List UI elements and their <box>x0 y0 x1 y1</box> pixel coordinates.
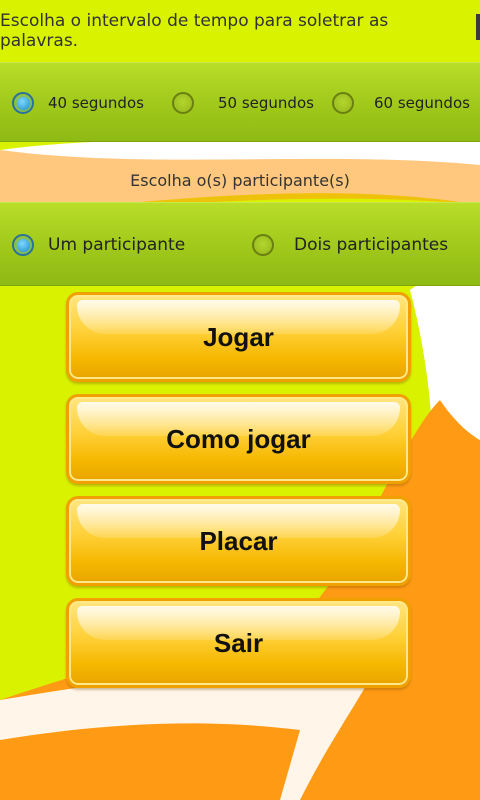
como-jogar-label: Como jogar <box>166 423 311 454</box>
sair-label: Sair <box>213 627 264 658</box>
radio-dois-participantes[interactable]: Dois participantes <box>252 230 448 260</box>
participants-title: Escolha o(s) participante(s) <box>130 170 350 190</box>
radio-40-segundos[interactable]: 40 segundos <box>12 88 144 118</box>
radio-label-50: 50 segundos <box>218 94 314 112</box>
time-interval-title: Escolha o intervalo de tempo para soletr… <box>0 11 389 51</box>
sair-button[interactable]: Sair <box>66 598 411 688</box>
radio-um-participante[interactable]: Um participante <box>12 230 185 260</box>
radio-label-60: 60 segundos <box>374 94 470 112</box>
radio-label-40: 40 segundos <box>48 94 144 112</box>
placar-button[interactable]: Placar <box>66 496 411 586</box>
como-jogar-button[interactable]: Como jogar <box>66 394 411 484</box>
radio-dot-icon <box>16 238 30 252</box>
time-interval-group: 40 segundos 50 segundos 60 segundos <box>0 62 480 142</box>
radio-60-segundos[interactable]: 60 segundos <box>332 88 470 118</box>
radio-50-segundos[interactable]: 50 segundos <box>172 88 314 118</box>
radio-unchecked-icon <box>332 92 354 114</box>
radio-checked-icon <box>12 92 34 114</box>
radio-checked-icon <box>12 234 34 256</box>
jogar-label: Jogar <box>203 321 274 352</box>
jogar-button[interactable]: Jogar <box>66 292 411 382</box>
radio-unchecked-icon <box>252 234 274 256</box>
placar-label: Placar <box>199 525 278 556</box>
radio-label-um: Um participante <box>48 235 186 255</box>
radio-label-dois: Dois participantes <box>294 235 449 255</box>
participants-group: Um participante Dois participantes <box>0 202 480 286</box>
radio-unchecked-icon <box>172 92 194 114</box>
radio-dot-icon <box>16 96 30 110</box>
scroll-edge-indicator <box>476 14 480 40</box>
